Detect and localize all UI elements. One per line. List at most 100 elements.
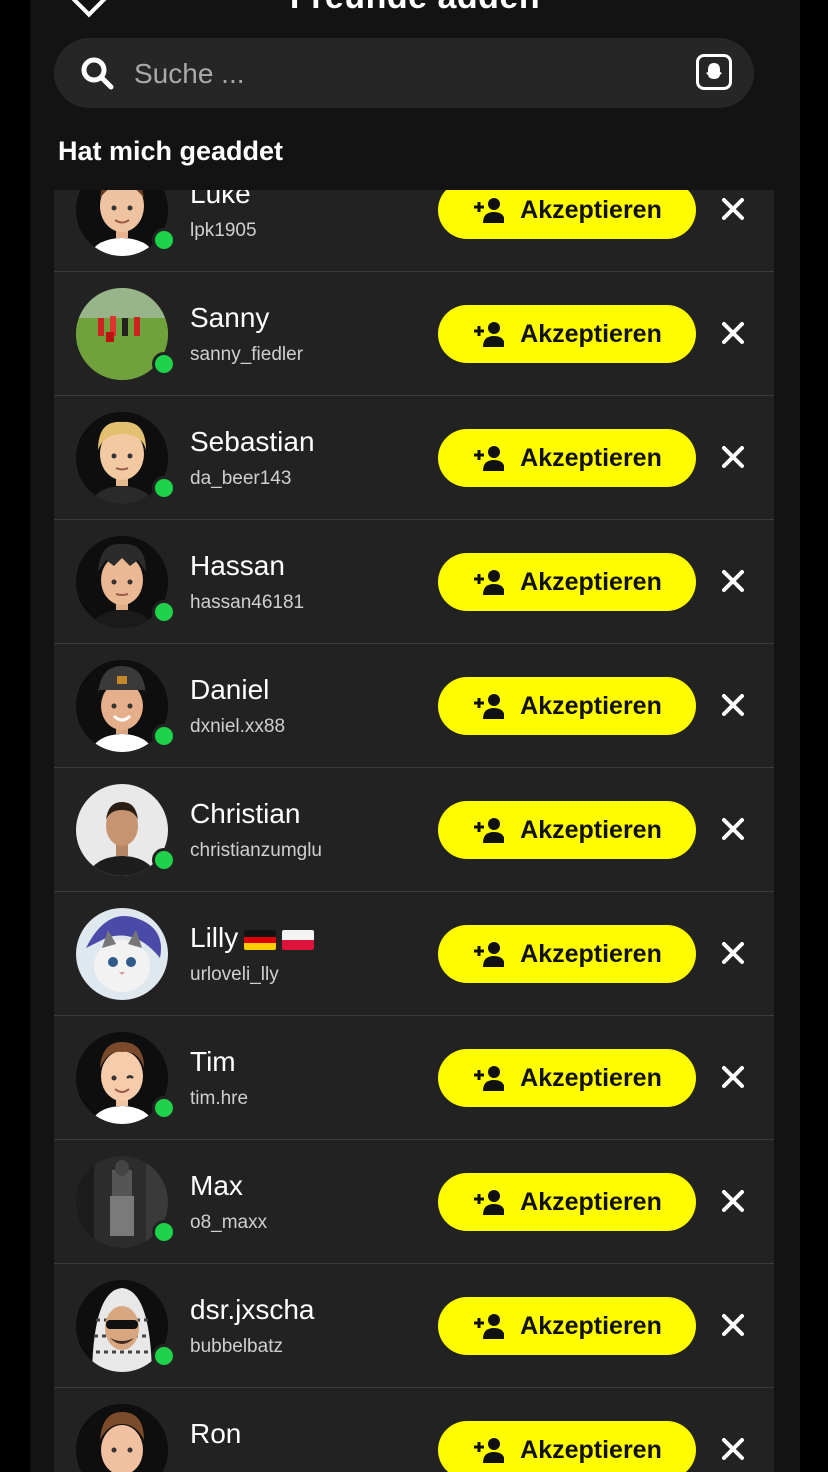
online-status-dot [152, 724, 176, 748]
accept-button[interactable]: Akzeptieren [438, 1421, 696, 1472]
avatar[interactable] [76, 1156, 176, 1248]
list-item: Sanny sanny_fiedler Akzeptieren [54, 272, 774, 396]
accept-button[interactable]: Akzeptieren [438, 429, 696, 487]
close-icon[interactable] [720, 568, 746, 594]
add-user-icon [474, 322, 505, 347]
avatar[interactable] [76, 660, 176, 752]
accept-button[interactable]: Akzeptieren [438, 677, 696, 735]
accept-label: Akzeptieren [520, 939, 662, 968]
friend-name: Max [190, 1170, 243, 1201]
online-status-dot [152, 1096, 176, 1120]
friend-username: hassan46181 [190, 592, 305, 613]
avatar[interactable] [76, 288, 176, 380]
accept-button[interactable]: Akzeptieren [438, 925, 696, 983]
friend-username: bubbelbatz [190, 1336, 283, 1357]
friend-name: Ron [190, 1418, 242, 1449]
close-icon[interactable] [720, 1188, 746, 1214]
add-user-icon [474, 446, 505, 471]
accept-button[interactable]: Akzeptieren [438, 305, 696, 363]
list-item: Max o8_maxx Akzeptieren [54, 1140, 774, 1264]
accept-label: Akzeptieren [520, 195, 662, 224]
friend-name: Sanny [190, 302, 270, 333]
online-status-dot [152, 352, 176, 376]
friend-name: Tim [190, 1046, 236, 1077]
avatar[interactable] [76, 536, 176, 628]
friend-username: da_beer143 [190, 468, 292, 489]
search-bar [54, 38, 754, 110]
friend-name: Christian [190, 798, 301, 829]
add-user-icon [474, 942, 505, 967]
close-icon[interactable] [720, 816, 746, 842]
accept-button[interactable]: Akzeptieren [438, 1173, 696, 1231]
search-input[interactable] [132, 38, 656, 110]
list-item: Sebastian da_beer143 Akzeptieren [54, 396, 774, 520]
add-user-icon [474, 818, 505, 843]
close-icon[interactable] [720, 1312, 746, 1338]
avatar[interactable] [76, 784, 176, 876]
page-title: Freunde adden [30, 0, 800, 17]
accept-button[interactable]: Akzeptieren [438, 801, 696, 859]
add-user-icon [474, 1190, 505, 1215]
add-user-icon [474, 570, 505, 595]
list-item: Lilly urloveli_lly Akzeptieren [54, 892, 774, 1016]
avatar[interactable] [76, 908, 168, 1000]
avatar[interactable] [76, 1032, 176, 1124]
flag-germany-icon [244, 929, 277, 950]
accept-label: Akzeptieren [520, 691, 662, 720]
close-icon[interactable] [720, 196, 746, 222]
friend-name: Hassan [190, 550, 285, 581]
accept-label: Akzeptieren [520, 1187, 662, 1216]
header: Freunde adden Hat mich geaddet [30, 0, 800, 190]
online-status-dot [152, 848, 176, 872]
close-icon[interactable] [720, 444, 746, 470]
friend-username: lpk1905 [190, 220, 257, 241]
accept-button[interactable]: Akzeptieren [438, 1297, 696, 1355]
add-user-icon [474, 1066, 505, 1091]
list-item: Ron Akzeptieren [54, 1388, 774, 1472]
accept-label: Akzeptieren [520, 1311, 662, 1340]
friend-name: Lilly [190, 922, 315, 954]
friend-request-list: Luke lpk1905 Akzeptieren Sanny sanny_fie… [54, 148, 774, 1472]
list-item: Hassan hassan46181 Akzeptieren [54, 520, 774, 644]
list-item: Daniel dxniel.xx88 Akzeptieren [54, 644, 774, 768]
friend-name: dsr.jxscha [190, 1294, 315, 1325]
accept-label: Akzeptieren [520, 319, 662, 348]
close-icon[interactable] [720, 1064, 746, 1090]
search-icon [81, 57, 114, 90]
online-status-dot [152, 228, 176, 252]
friend-username: o8_maxx [190, 1212, 268, 1233]
list-item: dsr.jxscha bubbelbatz Akzeptieren [54, 1264, 774, 1388]
section-title: Hat mich geaddet [58, 136, 284, 166]
friend-name: Sebastian [190, 426, 315, 457]
accept-label: Akzeptieren [520, 443, 662, 472]
friend-username: christianzumglu [190, 840, 322, 861]
online-status-dot [152, 1220, 176, 1244]
friend-username: sanny_fiedler [190, 344, 304, 365]
avatar[interactable] [76, 1404, 168, 1472]
accept-label: Akzeptieren [520, 1063, 662, 1092]
online-status-dot [152, 1344, 176, 1368]
avatar[interactable] [76, 1280, 176, 1372]
friend-username: urloveli_lly [190, 964, 279, 985]
accept-label: Akzeptieren [520, 567, 662, 596]
add-user-icon [474, 1314, 505, 1339]
online-status-dot [152, 600, 176, 624]
friend-username: tim.hre [190, 1088, 249, 1109]
snapcode-icon[interactable] [696, 54, 732, 90]
avatar[interactable] [76, 412, 176, 504]
accept-label: Akzeptieren [520, 1435, 662, 1464]
accept-label: Akzeptieren [520, 815, 662, 844]
friend-name: Daniel [190, 674, 270, 705]
accept-button[interactable]: Akzeptieren [438, 553, 696, 611]
close-icon[interactable] [720, 940, 746, 966]
flag-poland-icon [282, 929, 315, 950]
close-icon[interactable] [720, 1436, 746, 1462]
close-icon[interactable] [720, 692, 746, 718]
close-icon[interactable] [720, 320, 746, 346]
accept-button[interactable]: Akzeptieren [438, 1049, 696, 1107]
list-item: Christian christianzumglu Akzeptieren [54, 768, 774, 892]
add-user-icon [474, 1438, 505, 1463]
add-user-icon [474, 198, 505, 223]
friend-username: dxniel.xx88 [190, 716, 286, 737]
list-item: Tim tim.hre Akzeptieren [54, 1016, 774, 1140]
